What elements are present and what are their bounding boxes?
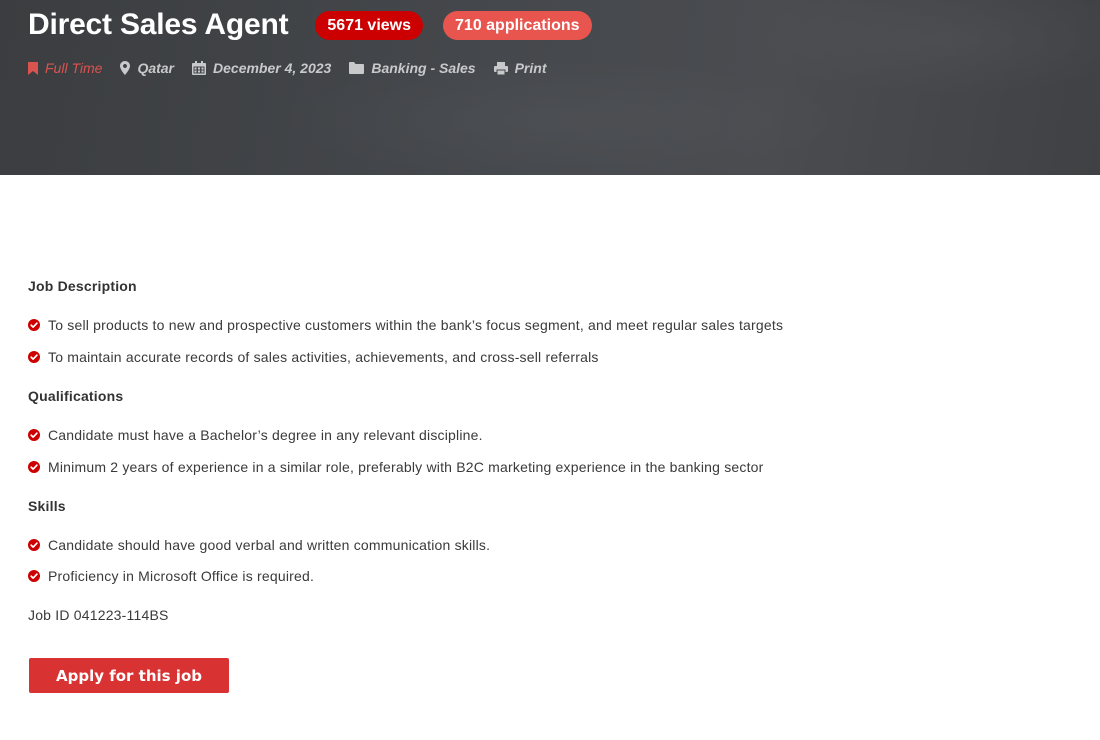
list-item: Proficiency in Microsoft Office is requi… — [28, 566, 1028, 586]
qualifications-heading: Qualifications — [28, 388, 124, 404]
job-description-list: To sell products to new and prospective … — [28, 315, 1028, 367]
job-title: Direct Sales Agent — [28, 8, 289, 41]
list-item: To sell products to new and prospective … — [28, 315, 1028, 335]
list-item-text: Proficiency in Microsoft Office is requi… — [48, 568, 315, 584]
job-date: December 4, 2023 — [192, 60, 331, 76]
bookmark-icon — [28, 61, 38, 75]
calendar-icon — [192, 61, 207, 75]
job-content: Job Description To sell products to new … — [28, 276, 1028, 625]
print-label[interactable]: Print — [515, 60, 547, 76]
list-item: Candidate should have good verbal and wr… — [28, 535, 1028, 555]
printer-icon[interactable] — [493, 61, 508, 75]
date-label: December 4, 2023 — [213, 60, 332, 76]
job-type-label: Full Time — [45, 60, 103, 76]
job-id: Job ID 041223-114BS — [28, 607, 169, 623]
list-item-text: Minimum 2 years of experience in a simil… — [48, 459, 764, 475]
list-item-text: To sell products to new and prospective … — [48, 317, 784, 333]
location-label: Qatar — [137, 60, 175, 76]
folder-icon — [349, 62, 365, 74]
check-circle-icon — [28, 319, 40, 331]
title-row: Direct Sales Agent 5671 views 710 applic… — [28, 5, 592, 45]
job-description-heading: Job Description — [28, 278, 137, 294]
job-category[interactable]: Banking - Sales — [349, 60, 476, 76]
views-badge: 5671 views — [315, 10, 424, 40]
skills-list: Candidate should have good verbal and wr… — [28, 535, 1028, 586]
list-item: To maintain accurate records of sales ac… — [28, 347, 1028, 367]
skills-heading: Skills — [28, 498, 66, 514]
list-item-text: Candidate must have a Bachelor’s degree … — [48, 427, 483, 443]
list-item: Candidate must have a Bachelor’s degree … — [28, 425, 1028, 445]
check-circle-icon — [28, 429, 40, 441]
check-circle-icon — [28, 461, 40, 473]
print-link[interactable]: Print — [493, 60, 547, 76]
job-header: Direct Sales Agent 5671 views 710 applic… — [0, 0, 1100, 175]
apply-button[interactable]: Apply for this job — [29, 658, 229, 693]
check-circle-icon — [28, 351, 40, 363]
list-item-text: Candidate should have good verbal and wr… — [48, 537, 491, 553]
applications-badge: 710 applications — [443, 10, 592, 40]
list-item-text: To maintain accurate records of sales ac… — [48, 349, 599, 365]
check-circle-icon — [28, 539, 40, 551]
qualifications-list: Candidate must have a Bachelor’s degree … — [28, 425, 1028, 477]
job-type: Full Time — [28, 60, 102, 76]
list-item: Minimum 2 years of experience in a simil… — [28, 457, 1028, 477]
category-label[interactable]: Banking - Sales — [371, 60, 475, 76]
job-location: Qatar — [120, 60, 174, 76]
map-marker-icon — [120, 61, 131, 75]
check-circle-icon — [28, 570, 40, 582]
job-meta: Full Time Qatar December 4, 2023 Banking… — [28, 59, 564, 77]
